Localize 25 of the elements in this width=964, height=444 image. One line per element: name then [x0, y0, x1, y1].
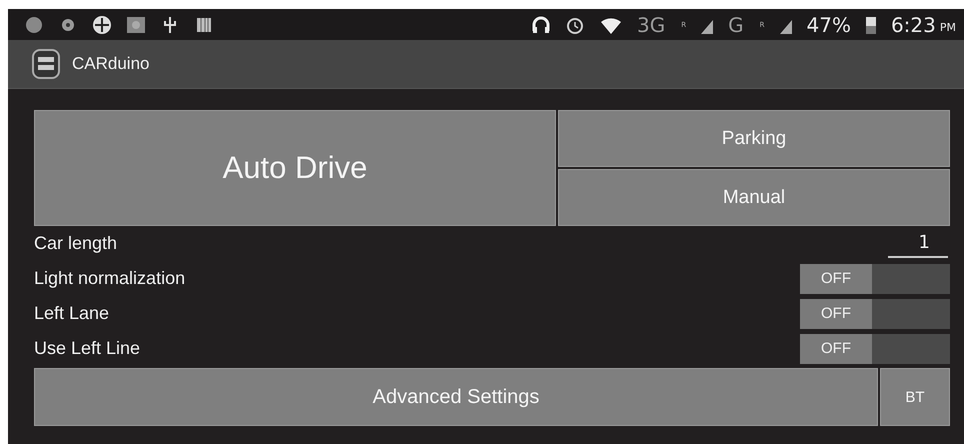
toggle-switch[interactable]: OFF: [800, 334, 950, 364]
clover-icon: [92, 14, 112, 34]
toggle-switch[interactable]: OFF: [800, 298, 950, 328]
headphones-icon: [531, 14, 552, 34]
app-logo-icon: [32, 49, 60, 79]
app-title: CARduino: [72, 54, 150, 74]
battery-percent: 47%: [806, 12, 851, 36]
setting-label: Left Lane: [34, 303, 110, 324]
advanced-settings-button[interactable]: Advanced Settings: [34, 368, 878, 426]
toggle-switch[interactable]: OFF: [800, 264, 950, 294]
mode-button[interactable]: Manual: [558, 169, 950, 226]
mode-button[interactable]: Auto Drive: [34, 110, 556, 226]
setting-label: Car length: [34, 233, 118, 254]
setting-label: Use Left Line: [34, 338, 140, 359]
mode-button[interactable]: Parking: [558, 110, 950, 167]
number-field[interactable]: 1: [888, 230, 948, 258]
image-icon: [126, 14, 146, 34]
setting-label: Light normalization: [34, 268, 186, 289]
network-type: 3G: [637, 12, 666, 36]
network-type: G: [728, 12, 744, 36]
bluetooth-button[interactable]: BT: [880, 368, 950, 426]
clock-meridiem: PM: [940, 21, 956, 34]
clock-time: 6:23: [890, 12, 936, 36]
circle-icon: [24, 14, 44, 34]
battery-icon: [864, 14, 877, 34]
